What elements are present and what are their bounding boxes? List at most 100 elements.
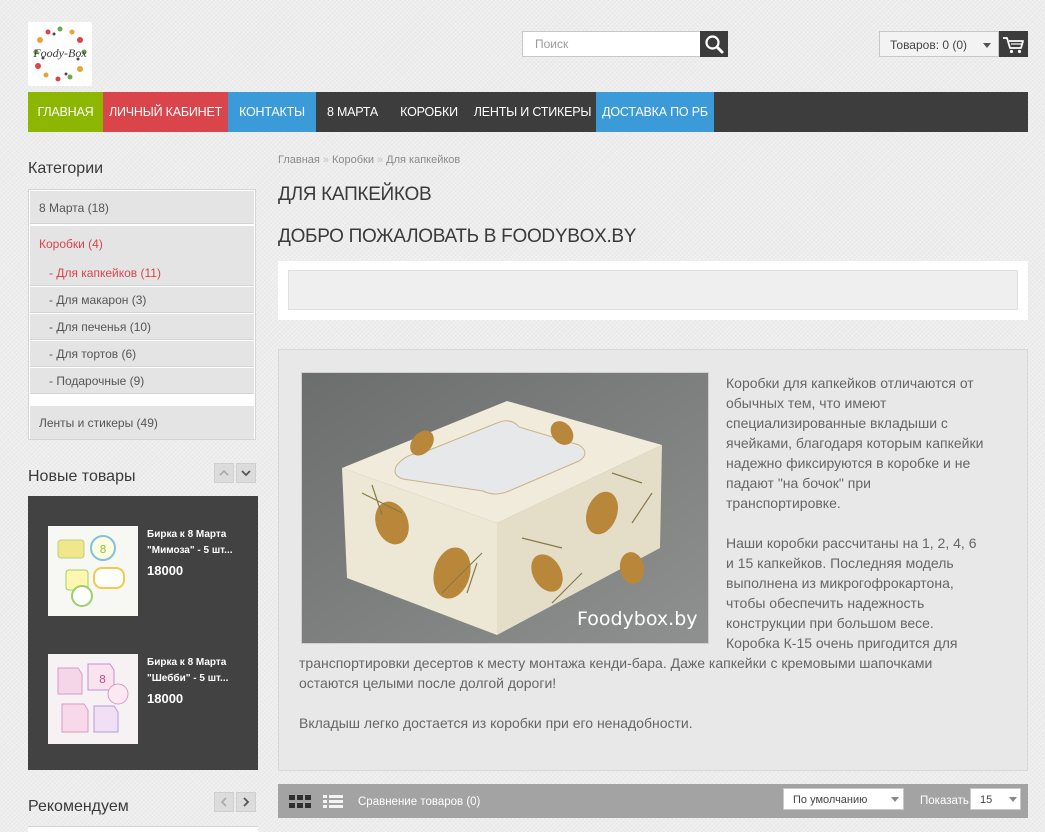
new-products-heading: Новые товары	[28, 468, 136, 485]
breadcrumb-separator: »	[322, 154, 329, 166]
product-name[interactable]: Бирка к 8 Марта "Шебби" - 5 шт...	[147, 655, 235, 687]
nav-item-ribbons[interactable]: ЛЕНТЫ И СТИКЕРЫ	[469, 92, 596, 132]
scroll-right-button[interactable]	[236, 792, 256, 812]
cart-dropdown[interactable]: Товаров: 0 (0)	[879, 31, 999, 57]
logo-text: Foody-Box	[33, 46, 87, 60]
svg-text:8: 8	[99, 673, 106, 686]
new-products-list: 8 Бирка к 8 Марта "Мимоза" - 5 шт... 180…	[28, 496, 258, 770]
description-paragraph-1: Коробки для капкейков отличаются от обыч…	[726, 373, 1026, 513]
limit-label: Показать:	[920, 795, 973, 807]
description-line: обычных тем, что имеют	[726, 395, 887, 411]
nav-item-march8[interactable]: 8 МАРТА	[316, 92, 389, 132]
chevron-down-icon	[1009, 797, 1017, 802]
chevron-left-icon	[220, 797, 227, 807]
description-line: ячейками, благодаря которым капкейки	[726, 435, 984, 451]
search-button[interactable]	[700, 31, 728, 57]
subcategory-label: - Для капкейков (11)	[49, 266, 161, 280]
limit-select-value: 15	[980, 794, 993, 806]
cart-summary: Товаров: 0 (0)	[890, 38, 968, 52]
compare-link[interactable]: Сравнение товаров (0)	[358, 796, 480, 808]
site-logo[interactable]: Foody-Box	[28, 22, 92, 86]
nav-item-account[interactable]: ЛИЧНЫЙ КАБИНЕТ	[103, 92, 228, 132]
cart-icon	[1003, 37, 1024, 54]
description-line: Коробка К-15 очень пригодится для	[726, 635, 958, 651]
subcategory-label: - Для печенья (10)	[49, 320, 152, 334]
category-label: Коробки (4)	[39, 237, 103, 251]
sort-select[interactable]: По умолчанию	[783, 788, 904, 810]
product-image[interactable]: 8	[48, 654, 138, 744]
product-toolbar: Сравнение товаров (0) По умолчанию Показ…	[278, 784, 1028, 818]
description-paragraph-2-tail: транспортировки десертов к месту монтажа…	[299, 653, 1024, 693]
category-item-march8[interactable]: 8 Марта (18)	[30, 191, 254, 224]
subcategory-item-cakes[interactable]: - Для тортов (6)	[30, 341, 254, 367]
subcategory-label: - Подарочные (9)	[49, 374, 145, 388]
product-name[interactable]: Бирка к 8 Марта "Мимоза" - 5 шт...	[147, 527, 235, 559]
breadcrumb-link-home[interactable]: Главная	[278, 154, 320, 166]
welcome-panel-inner	[288, 270, 1018, 310]
description-paragraph-2: Наши коробки рассчитаны на 1, 2, 4, 6 и …	[726, 533, 1026, 653]
product-price: 18000	[147, 563, 184, 578]
category-label: 8 Марта (18)	[39, 201, 109, 215]
svg-text:8: 8	[100, 543, 107, 556]
recommend-heading: Рекомендуем	[28, 798, 129, 815]
cupcake-box-photo: Foodybox.by	[302, 373, 708, 643]
description-line: конструкции при большом весе.	[726, 615, 934, 631]
chevron-down-icon	[983, 43, 991, 48]
main-menu: ГЛАВНАЯ ЛИЧНЫЙ КАБИНЕТ КОНТАКТЫ 8 МАРТА …	[28, 92, 1028, 132]
search-icon	[705, 35, 724, 54]
category-image: Foodybox.by	[301, 372, 709, 644]
list-view-icon	[323, 795, 343, 808]
scroll-down-button[interactable]	[236, 463, 256, 483]
subcategory-label: - Для макарон (3)	[49, 293, 147, 307]
breadcrumb-link-boxes[interactable]: Коробки	[332, 154, 374, 166]
nav-item-boxes[interactable]: КОРОБКИ	[389, 92, 469, 132]
chevron-down-icon	[241, 470, 251, 477]
grid-view-icon	[289, 795, 311, 808]
product-image[interactable]: 8	[48, 526, 138, 616]
description-line: транспортировке.	[726, 495, 841, 511]
description-line: надежно фиксируются в коробке и не	[726, 455, 971, 471]
description-line: Наши коробки рассчитаны на 1, 2, 4, 6	[726, 535, 977, 551]
description-line: падают "на бочок" при	[726, 475, 871, 491]
subcategory-item-cupcakes[interactable]: - Для капкейков (11)	[30, 260, 254, 286]
categories-heading: Категории	[28, 160, 104, 177]
tag-set-image: 8	[48, 526, 138, 616]
breadcrumb-separator: »	[377, 154, 384, 166]
limit-select[interactable]: 15	[970, 788, 1021, 810]
scroll-left-button[interactable]	[214, 792, 234, 812]
search-input[interactable]	[522, 31, 702, 57]
grid-view-button[interactable]	[289, 795, 311, 812]
description-line: транспортировки десертов к месту монтажа…	[299, 655, 933, 671]
cart-button[interactable]	[999, 31, 1028, 57]
breadcrumb-current[interactable]: Для капкейков	[386, 154, 460, 166]
description-line: выполнена из микрогофрокартона,	[726, 575, 954, 591]
chevron-down-icon	[891, 797, 899, 802]
sort-select-value: По умолчанию	[793, 794, 868, 806]
category-item-ribbons[interactable]: Ленты и стикеры (49)	[30, 406, 254, 439]
category-list: 8 Марта (18) Коробки (4) - Для капкейков…	[28, 189, 256, 440]
description-line: и 15 капкейков. Последняя модель	[726, 555, 954, 571]
subcategory-item-macarons[interactable]: - Для макарон (3)	[30, 287, 254, 313]
list-view-button[interactable]	[323, 795, 343, 812]
search-bar	[522, 31, 728, 57]
description-line: специализированные вкладыши с	[726, 415, 948, 431]
description-line: чтобы обеспечить надежность	[726, 595, 925, 611]
recommend-list	[28, 826, 258, 832]
scroll-up-button[interactable]	[214, 463, 234, 483]
cart-widget[interactable]: Товаров: 0 (0)	[879, 31, 1028, 57]
category-item-boxes[interactable]: Коробки (4)	[30, 226, 254, 262]
subcategory-item-cookies[interactable]: - Для печенья (10)	[30, 314, 254, 340]
photo-watermark: Foodybox.by	[577, 608, 698, 630]
subcategory-item-gift[interactable]: - Подарочные (9)	[30, 368, 254, 394]
nav-item-contacts[interactable]: КОНТАКТЫ	[228, 92, 316, 132]
description-line: остаются целыми после долгой дороги!	[299, 675, 557, 691]
chevron-right-icon	[243, 797, 250, 807]
welcome-title: ДОБРО ПОЖАЛОВАТЬ В FOODYBOX.BY	[278, 226, 637, 247]
description-line: Коробки для капкейков отличаются от	[726, 375, 974, 391]
nav-item-delivery[interactable]: ДОСТАВКА ПО РБ	[596, 92, 714, 132]
subcategory-label: - Для тортов (6)	[49, 347, 137, 361]
page-title: ДЛЯ КАПКЕЙКОВ	[278, 184, 432, 205]
nav-item-home[interactable]: ГЛАВНАЯ	[28, 92, 103, 132]
chevron-up-icon	[219, 469, 229, 476]
breadcrumb: Главная» Коробки» Для капкейков	[278, 154, 460, 166]
